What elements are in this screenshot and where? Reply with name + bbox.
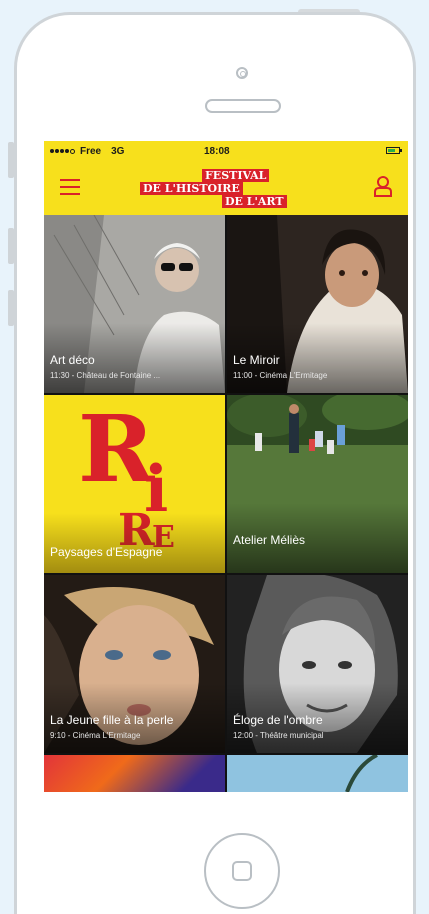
speaker-grille — [205, 99, 281, 113]
event-tile[interactable]: Atelier Méliès — [227, 395, 408, 573]
logo-line-1: FESTIVAL — [202, 169, 270, 182]
event-title: La Jeune fille à la perle — [50, 713, 174, 727]
clock: 18:08 — [204, 146, 230, 157]
event-title: Paysages d'Espagne — [50, 545, 163, 559]
camera-icon — [236, 67, 248, 79]
network-label: 3G — [111, 146, 125, 157]
battery-icon — [386, 147, 402, 154]
festival-logo: FESTIVAL DE L'HISTOIRE DE L'ART — [140, 167, 290, 211]
volume-down-button — [8, 290, 14, 326]
event-subtitle: 9:10 - Cinéma L'Ermitage — [50, 731, 141, 740]
event-tile[interactable] — [227, 755, 408, 792]
event-subtitle: 11:30 - Château de Fontaine ... — [50, 371, 161, 380]
event-title: Atelier Méliès — [233, 533, 306, 547]
logo-line-3: DE L'ART — [222, 195, 287, 208]
event-tile[interactable]: La Jeune fille à la perle 9:10 - Cinéma … — [44, 575, 225, 753]
carrier-label: Free — [80, 146, 102, 157]
event-tile[interactable]: R i R E Paysages d'Espagne — [44, 395, 225, 573]
event-title: Art déco — [50, 353, 95, 367]
app-screen: Free 3G 18:08 FESTIVAL DE L'HISTOIRE DE … — [44, 141, 408, 792]
event-subtitle: 11:00 - Cinéma L'Ermitage — [233, 371, 328, 380]
event-tile[interactable]: Le Miroir 11:00 - Cinéma L'Ermitage — [227, 215, 408, 393]
event-title: Le Miroir — [233, 353, 280, 367]
event-photo — [345, 755, 378, 792]
hamburger-icon[interactable] — [60, 179, 80, 195]
event-tile[interactable]: Art déco 11:30 - Château de Fontaine ... — [44, 215, 225, 393]
event-title: Éloge de l'ombre — [233, 713, 323, 727]
app-header: FESTIVAL DE L'HISTOIRE DE L'ART — [44, 161, 408, 215]
event-subtitle: 12:00 - Théâtre municipal — [233, 731, 324, 740]
event-tile[interactable] — [44, 755, 225, 792]
signal-icon — [50, 149, 75, 154]
mute-switch — [8, 142, 14, 178]
home-button[interactable] — [204, 833, 280, 909]
volume-up-button — [8, 228, 14, 264]
status-bar: Free 3G 18:08 — [44, 141, 408, 161]
logo-line-2: DE L'HISTOIRE — [140, 182, 243, 195]
event-tile[interactable]: Éloge de l'ombre 12:00 - Théâtre municip… — [227, 575, 408, 753]
user-icon[interactable] — [374, 175, 392, 197]
